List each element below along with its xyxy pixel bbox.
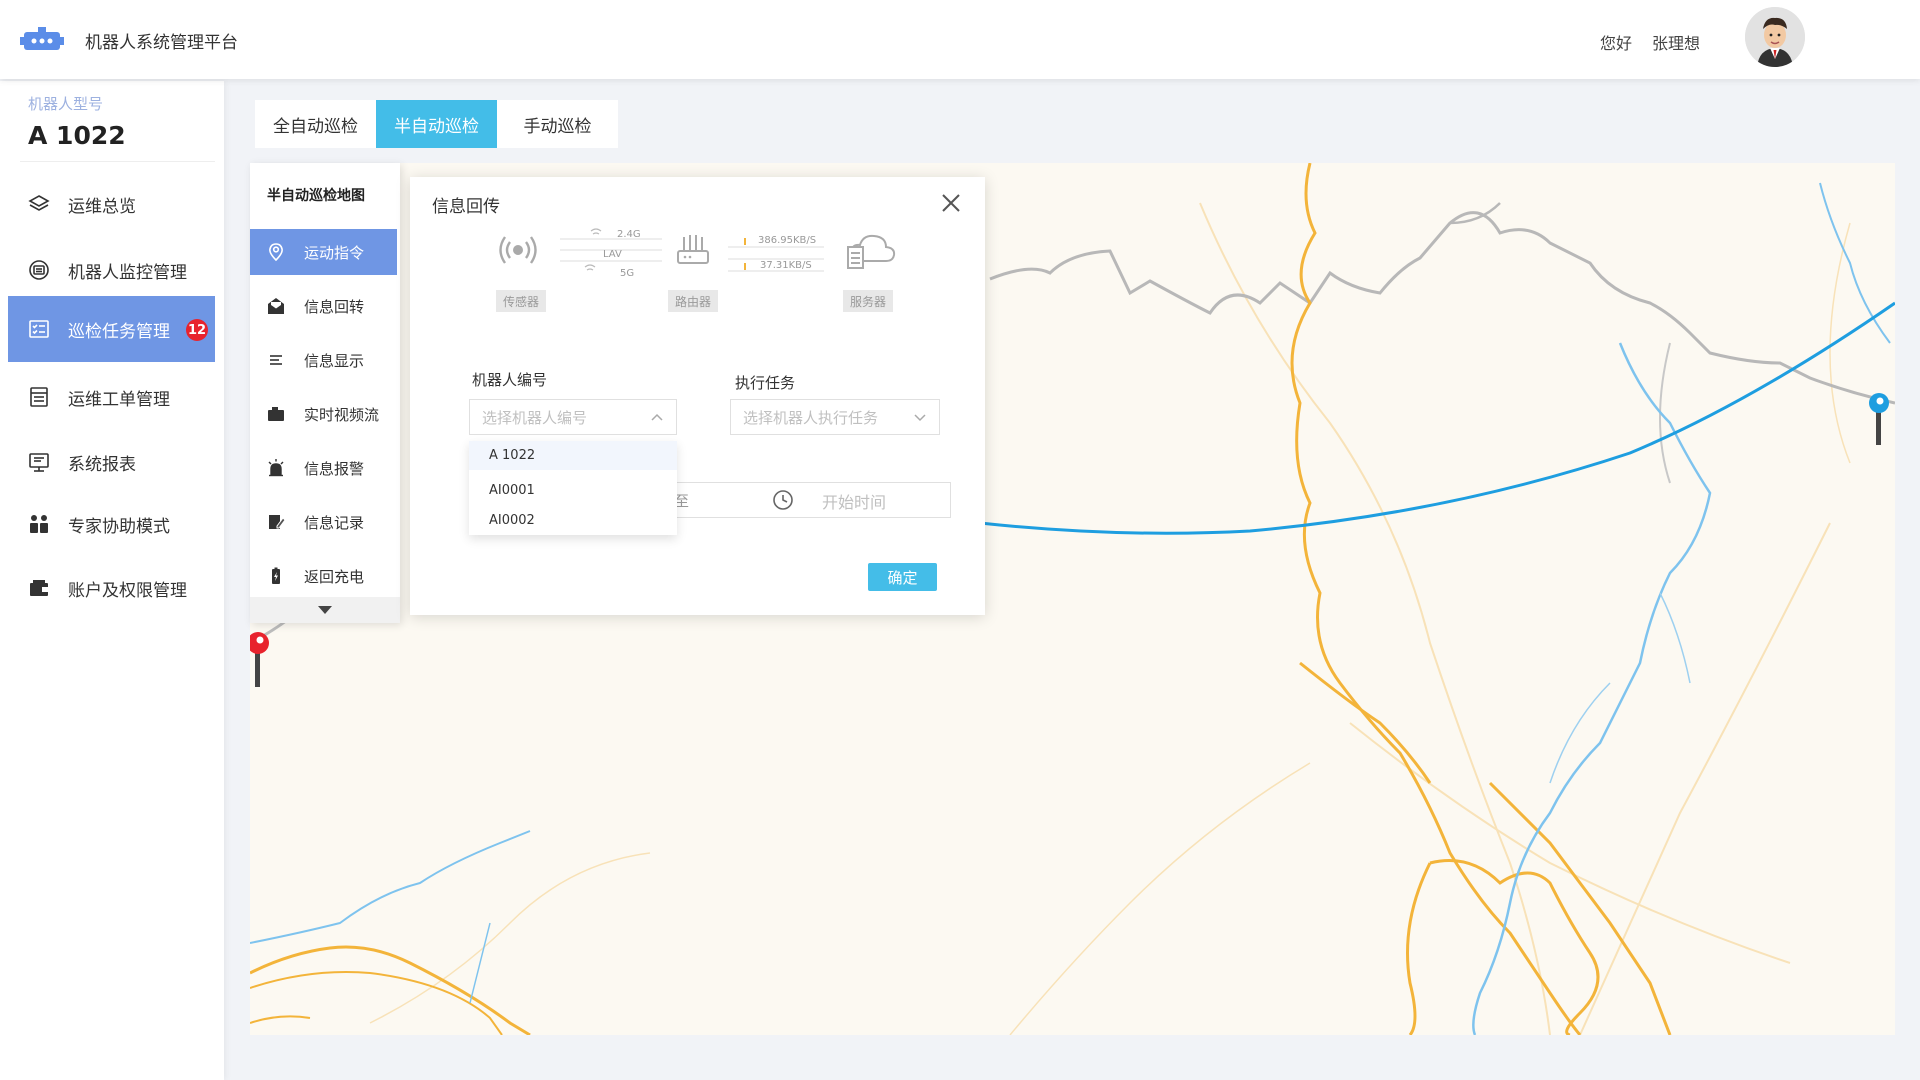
panel-item-label: 信息记录 [304, 513, 365, 532]
start-point-marker[interactable] [250, 632, 269, 687]
robot-route-line [979, 301, 1895, 535]
sidebar-item-label: 运维总览 [68, 196, 136, 217]
time-range-input[interactable] [665, 482, 951, 518]
map-panel-title: 半自动巡检地图 [267, 188, 365, 204]
mail-open-icon [266, 296, 286, 316]
report-icon [28, 451, 50, 473]
download-speed: 37.31KB/S [760, 260, 812, 271]
camera-icon [266, 404, 286, 424]
sensor-icon [499, 236, 537, 264]
router-label: 路由器 [668, 290, 719, 312]
band-lav: LAV [603, 249, 622, 260]
dropdown-option[interactable]: A 1022 [469, 441, 677, 470]
sidebar-item-accounts[interactable]: 账户及权限管理 [8, 555, 215, 621]
sidebar-item-label: 账户及权限管理 [68, 580, 187, 601]
expert-icon [28, 513, 50, 535]
panel-scroll-more[interactable] [250, 597, 400, 623]
info-return-dialog: 信息回传 传感器 2.4G LAV 5G 路由器 386.95KB/S 37.3… [410, 177, 985, 615]
close-icon[interactable] [937, 189, 965, 217]
sidebar: 机器人型号 A 1022 运维总览 机器人监控管理 巡检任务管理 12 运维工单… [0, 81, 224, 1080]
panel-item-label: 实时视频流 [304, 405, 380, 424]
work-order-icon [28, 386, 50, 408]
tab-full-auto[interactable]: 全自动巡检 [255, 100, 376, 148]
wallet-icon [28, 577, 50, 599]
sensor-label: 传感器 [496, 290, 547, 312]
server-cloud-icon [847, 234, 896, 269]
text-lines-icon [266, 350, 286, 370]
router-icon [677, 235, 709, 264]
sidebar-item-inspection-tasks[interactable]: 巡检任务管理 12 [8, 296, 215, 362]
robot-id-placeholder: 选择机器人编号 [482, 408, 588, 427]
end-point-marker[interactable] [1869, 393, 1889, 445]
alarm-icon [266, 458, 286, 478]
task-placeholder: 选择机器人执行任务 [743, 408, 879, 427]
robot-icon [20, 27, 64, 50]
clock-icon [773, 490, 793, 510]
battery-icon [266, 566, 286, 586]
sidebar-item-robot-monitor[interactable]: 机器人监控管理 [8, 237, 215, 303]
band-24g: 2.4G [617, 229, 641, 240]
robot-id-dropdown: A 1022 AI0001 AI0002 [469, 441, 677, 535]
server-label: 服务器 [843, 290, 894, 312]
divider [20, 161, 215, 162]
user-avatar[interactable] [1745, 7, 1805, 67]
notification-badge: 12 [186, 319, 208, 341]
model-label: 机器人型号 [28, 95, 104, 113]
layers-icon [28, 193, 50, 215]
sidebar-item-label: 运维工单管理 [68, 389, 170, 410]
panel-item-alarm[interactable]: 信息报警 [250, 445, 397, 491]
task-label: 执行任务 [735, 374, 796, 392]
model-value: A 1022 [28, 121, 126, 150]
chevron-down-icon [914, 414, 926, 422]
sidebar-item-label: 巡检任务管理 [68, 321, 170, 342]
band-5g: 5G [620, 268, 635, 279]
panel-item-label: 信息回转 [304, 297, 365, 316]
sidebar-item-overview[interactable]: 运维总览 [8, 171, 215, 237]
top-header: 机器人系统管理平台 您好 张理想 [0, 0, 1920, 79]
panel-item-label: 运动指令 [304, 243, 365, 262]
sidebar-item-expert-assist[interactable]: 专家协助模式 [8, 491, 215, 557]
sidebar-item-reports[interactable]: 系统报表 [8, 429, 215, 495]
sidebar-item-label: 机器人监控管理 [68, 262, 187, 283]
chevron-up-icon [651, 413, 663, 421]
sidebar-item-label: 专家协助模式 [68, 516, 170, 537]
edit-record-icon [266, 512, 286, 532]
greeting-text: 您好 [1600, 34, 1633, 53]
dialog-title: 信息回传 [432, 197, 500, 217]
start-time-placeholder[interactable]: 开始时间 [822, 489, 886, 513]
panel-item-label: 信息显示 [304, 351, 365, 370]
inspection-mode-tabs: 全自动巡检 半自动巡检 手动巡检 [255, 100, 618, 148]
panel-item-info-display[interactable]: 信息显示 [250, 337, 397, 383]
dropdown-option[interactable]: AI0002 [469, 506, 677, 535]
confirm-button[interactable]: 确定 [868, 563, 937, 591]
task-select[interactable]: 选择机器人执行任务 [730, 399, 940, 435]
panel-item-label: 返回充电 [304, 567, 365, 586]
panel-item-label: 信息报警 [304, 459, 365, 478]
username[interactable]: 张理想 [1652, 30, 1700, 54]
task-list-icon [28, 318, 50, 340]
map-control-panel: 半自动巡检地图 运动指令 信息回转 信息显示 实时视频流 信息报警 信息记录 返… [250, 163, 400, 623]
sidebar-item-label: 系统报表 [68, 454, 136, 475]
dropdown-option[interactable]: AI0001 [469, 476, 677, 505]
robot-id-label: 机器人编号 [472, 371, 548, 389]
panel-item-motion-command[interactable]: 运动指令 [250, 229, 397, 275]
tab-manual[interactable]: 手动巡检 [497, 100, 618, 148]
monitor-icon [28, 259, 50, 281]
tab-semi-auto[interactable]: 半自动巡检 [376, 100, 497, 148]
caret-down-icon [318, 606, 332, 614]
upload-speed: 386.95KB/S [758, 235, 817, 246]
location-pin-icon [266, 242, 286, 262]
panel-item-return-charge[interactable]: 返回充电 [250, 553, 397, 599]
app-title: 机器人系统管理平台 [85, 33, 238, 53]
panel-item-video-stream[interactable]: 实时视频流 [250, 391, 397, 437]
robot-id-select[interactable]: 选择机器人编号 [469, 399, 677, 435]
sidebar-item-work-orders[interactable]: 运维工单管理 [8, 364, 215, 430]
panel-item-info-return[interactable]: 信息回转 [250, 283, 397, 329]
panel-item-info-record[interactable]: 信息记录 [250, 499, 397, 545]
